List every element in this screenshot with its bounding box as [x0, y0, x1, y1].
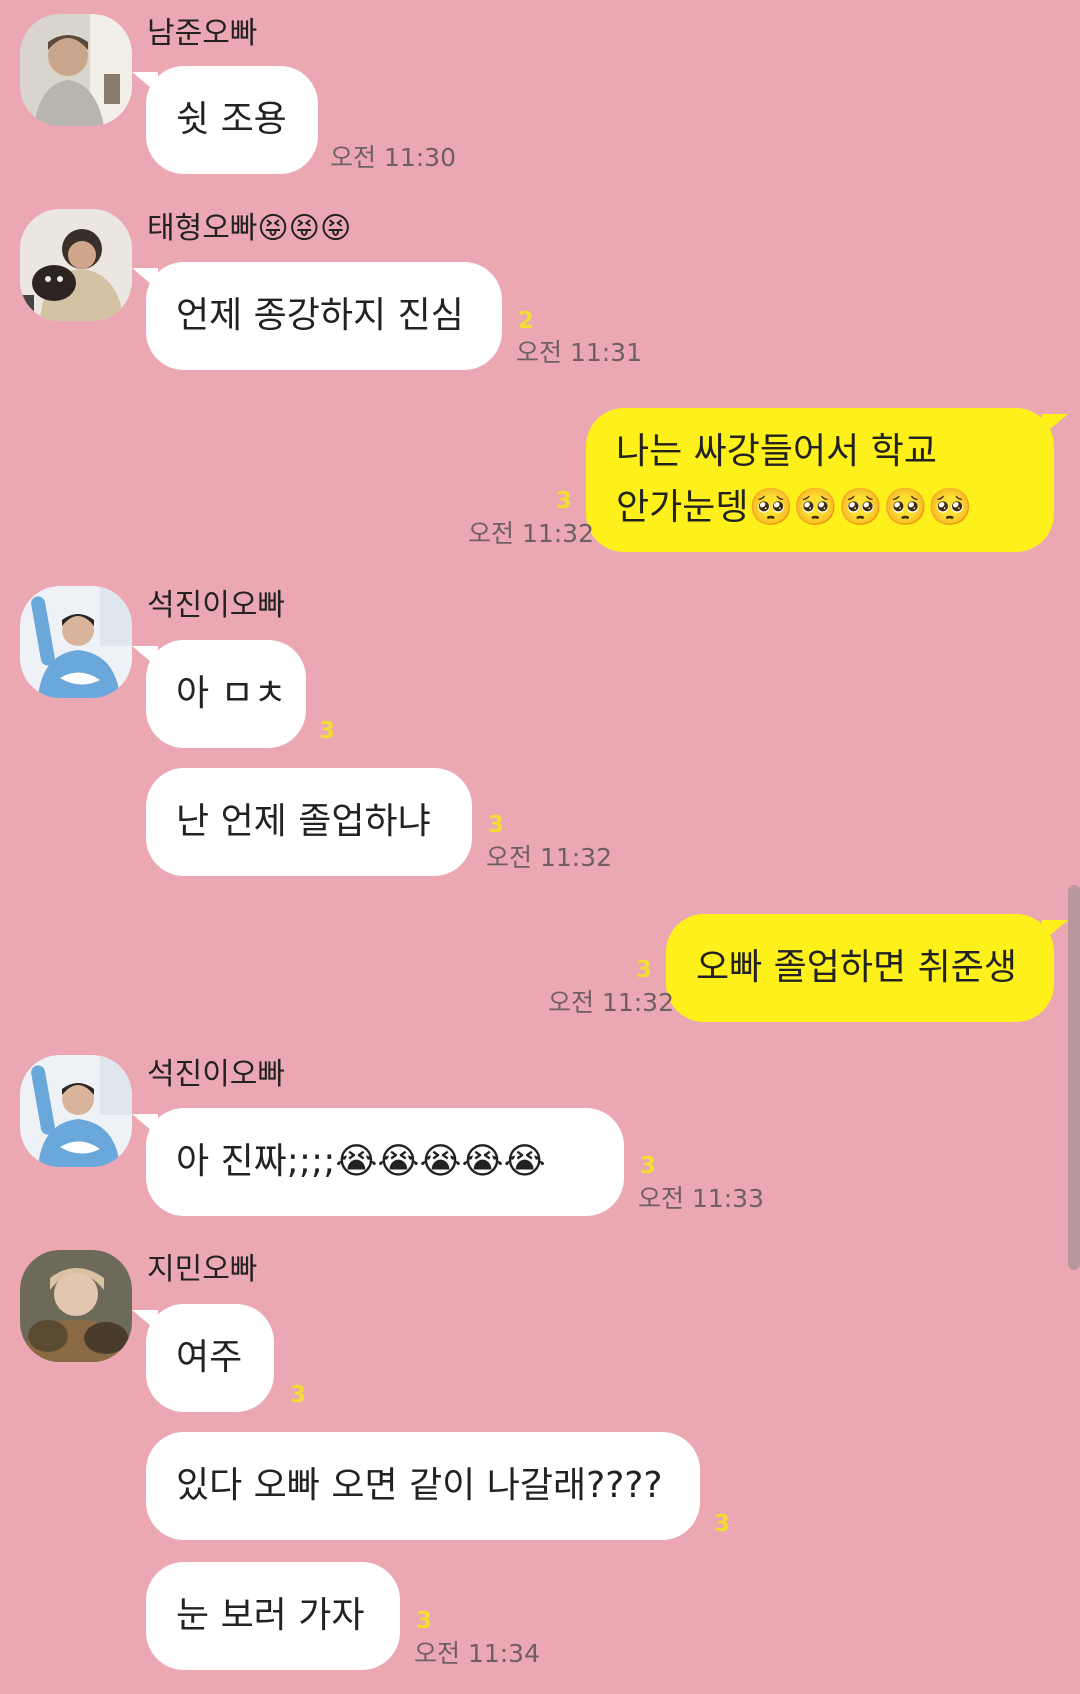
sender-name: 태형오빠😝😝😝 — [147, 211, 352, 246]
message-bubble[interactable]: 언제 종강하지 진심 — [132, 262, 502, 370]
unread-count: 3 — [640, 1153, 657, 1179]
message-text: 언제 종강하지 진심 — [176, 295, 464, 336]
unread-count: 3 — [714, 1511, 731, 1537]
message-time: 오전 11:32 — [468, 519, 594, 548]
message-time: 오전 11:32 — [548, 988, 674, 1017]
unread-count: 3 — [416, 1608, 433, 1634]
avatar-seokjin[interactable] — [20, 1055, 132, 1167]
message-time: 오전 11:32 — [486, 843, 612, 872]
scrollbar[interactable] — [1068, 885, 1080, 1270]
message-text: 난 언제 졸업하냐 — [176, 801, 431, 842]
unread-count: 3 — [290, 1382, 307, 1408]
unread-count: 3 — [556, 488, 573, 514]
unread-count: 2 — [518, 308, 535, 334]
unread-count: 3 — [488, 812, 505, 838]
message-text: 오빠 졸업하면 취준생 — [696, 947, 1017, 988]
message-bubble[interactable]: 눈 보러 가자 — [146, 1562, 400, 1670]
unread-count: 3 — [636, 957, 653, 983]
message-time: 오전 11:33 — [638, 1184, 764, 1213]
message-bubble[interactable]: 있다 오빠 오면 같이 나갈래???? — [146, 1432, 700, 1540]
message-bubble[interactable]: 아 ㅁㅊ — [132, 640, 306, 748]
avatar-namjoon[interactable] — [20, 14, 132, 126]
avatar-jimin[interactable] — [20, 1250, 132, 1362]
message-text: 쉿 조용 — [176, 99, 287, 140]
message-time: 오전 11:31 — [516, 338, 642, 367]
avatar-taehyung[interactable] — [20, 209, 132, 321]
my-message-bubble[interactable]: 나는 싸강들어서 학교 안가눈뎅🥺🥺🥺🥺🥺 — [586, 408, 1068, 552]
message-bubble[interactable]: 아 진짜;;;;😭😭😭😭😭 — [132, 1108, 624, 1216]
message-time: 오전 11:30 — [330, 143, 456, 172]
sender-name: 남준오빠 — [147, 16, 258, 51]
message-text: 아 진짜;;;;😭😭😭😭😭 — [176, 1141, 546, 1182]
message-text: 눈 보러 가자 — [176, 1595, 365, 1636]
avatar-seokjin[interactable] — [20, 586, 132, 698]
message-text: 아 ㅁㅊ — [176, 673, 287, 714]
sender-name: 지민오빠 — [147, 1252, 258, 1287]
message-bubble[interactable]: 난 언제 졸업하냐 — [146, 768, 472, 876]
message-text: 있다 오빠 오면 같이 나갈래???? — [176, 1465, 663, 1506]
message-time: 오전 11:34 — [414, 1639, 540, 1668]
unread-count: 3 — [319, 718, 336, 744]
message-text-line: 안가눈뎅🥺🥺🥺🥺🥺 — [616, 487, 973, 528]
message-bubble[interactable]: 쉿 조용 — [132, 66, 318, 174]
sender-name: 석진이오빠 — [147, 1057, 285, 1092]
message-bubble[interactable]: 여주 — [132, 1304, 274, 1412]
sender-name: 석진이오빠 — [147, 588, 285, 623]
message-text-line: 나는 싸강들어서 학교 — [616, 431, 937, 472]
my-message-bubble[interactable]: 오빠 졸업하면 취준생 — [666, 914, 1068, 1022]
message-text: 여주 — [176, 1337, 243, 1378]
